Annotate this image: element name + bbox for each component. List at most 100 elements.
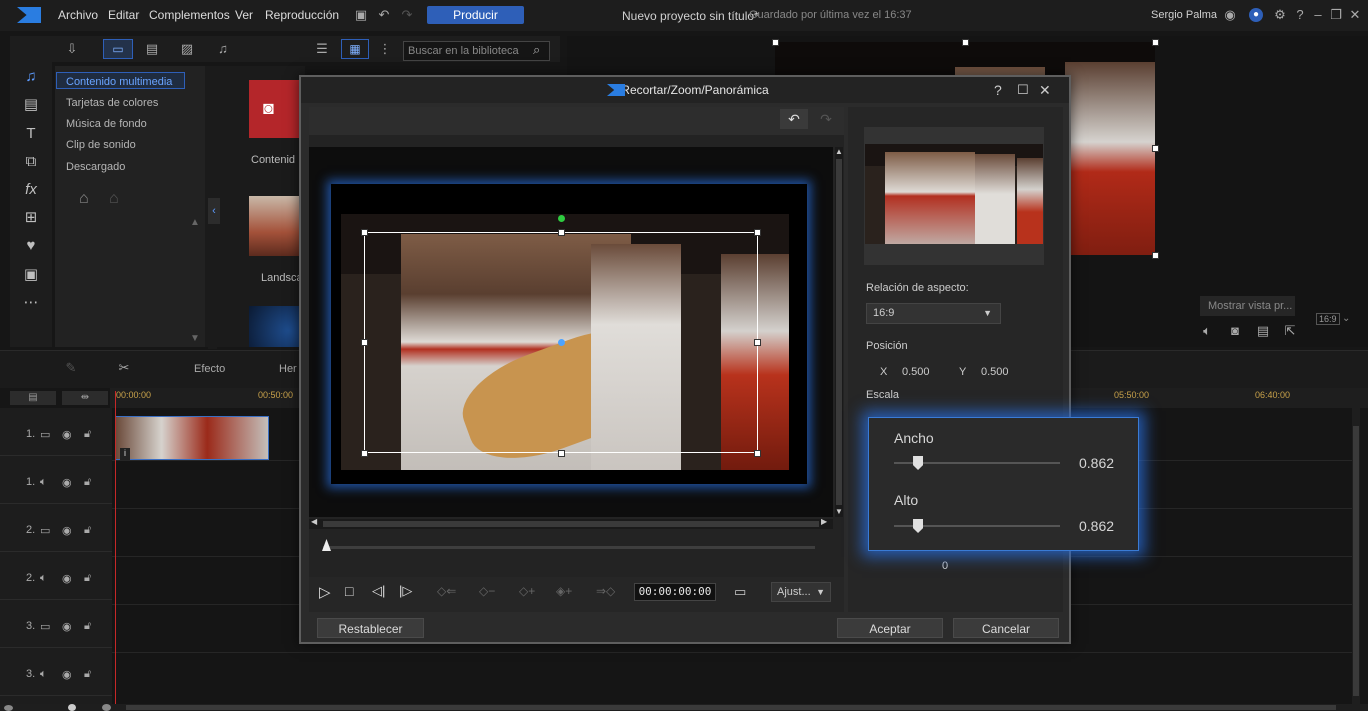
prev-frame-icon[interactable]: ◁| bbox=[372, 583, 385, 599]
track-manager-icon[interactable]: ▤ bbox=[10, 391, 56, 405]
volume-icon[interactable]: 🔈︎ bbox=[1200, 324, 1214, 338]
preview-handle-mr[interactable] bbox=[1152, 145, 1159, 152]
image-filter-icon[interactable]: ▨ bbox=[180, 42, 194, 56]
lock-icon[interactable]: 🔓︎ bbox=[84, 476, 91, 489]
dialog-undo-icon[interactable]: ↶ bbox=[780, 109, 808, 129]
lock-icon[interactable]: 🔓︎ bbox=[84, 524, 91, 537]
subtitle-icon[interactable]: ▣ bbox=[22, 266, 40, 284]
import-icon[interactable]: ⇩ bbox=[65, 42, 79, 56]
aspect-select[interactable]: 16:9 ▼ bbox=[866, 303, 1001, 324]
dialog-redo-icon[interactable]: ↷ bbox=[812, 109, 840, 129]
cancel-button[interactable]: Cancelar bbox=[953, 618, 1059, 638]
effect-tool[interactable]: Efecto bbox=[194, 363, 225, 375]
adjust-dropdown[interactable]: Ajust... ▼ bbox=[771, 582, 831, 602]
user-icon[interactable]: ◉ bbox=[1223, 8, 1237, 22]
crop-handle-ml[interactable] bbox=[361, 339, 368, 346]
blue-thumb[interactable] bbox=[249, 306, 305, 347]
preview-handle-tr[interactable] bbox=[1152, 39, 1159, 46]
more-icon[interactable]: ⋯ bbox=[22, 294, 40, 312]
undo-icon[interactable]: ↶ bbox=[377, 8, 391, 22]
ratio-chevron-icon[interactable]: ⌄ bbox=[1342, 313, 1350, 324]
menu-ver[interactable]: Ver bbox=[235, 8, 253, 22]
width-slider-thumb[interactable] bbox=[913, 456, 924, 470]
timeline-hscroll[interactable] bbox=[0, 704, 1368, 711]
fit-timeline-icon[interactable]: ⇹ bbox=[62, 391, 108, 405]
tree-item-sound-clip[interactable]: Clip de sonido bbox=[66, 139, 136, 151]
add-keyframe-icon[interactable]: ◇+ bbox=[519, 584, 535, 598]
height-value[interactable]: 0.862 bbox=[1079, 518, 1114, 534]
capture-thumb[interactable]: ◙ bbox=[249, 80, 305, 138]
titles-icon[interactable]: T bbox=[22, 125, 40, 143]
clip-info-icon[interactable]: i bbox=[120, 448, 130, 460]
eye-icon[interactable]: ◉ bbox=[62, 620, 72, 633]
collapse-arrow-icon[interactable]: ‹ bbox=[208, 198, 220, 224]
landscape-thumb[interactable] bbox=[249, 196, 305, 256]
pip-icon[interactable]: ⊞ bbox=[22, 209, 40, 227]
grid-view-icon[interactable]: ▦ bbox=[341, 39, 369, 59]
menu-reproduccion[interactable]: Reproducción bbox=[265, 8, 339, 22]
keyframe-cursor[interactable] bbox=[322, 539, 331, 551]
y-value[interactable]: 0.500 bbox=[981, 366, 1009, 378]
keyframe-track[interactable] bbox=[323, 546, 815, 549]
menu-editar[interactable]: Editar bbox=[108, 8, 139, 22]
center-handle[interactable] bbox=[558, 339, 565, 346]
preview-handle-br[interactable] bbox=[1152, 252, 1159, 259]
transitions-icon[interactable]: ⧉ bbox=[22, 153, 40, 171]
search-input[interactable]: Buscar en la biblioteca bbox=[403, 41, 550, 61]
scroll-down-icon[interactable]: ▼ bbox=[835, 507, 843, 516]
crop-handle-tl[interactable] bbox=[361, 229, 368, 236]
zoom-slider[interactable] bbox=[68, 704, 76, 711]
notification-icon[interactable]: ● bbox=[1249, 8, 1263, 22]
tree-item-downloaded[interactable]: Descargado bbox=[66, 161, 125, 173]
show-preview-button[interactable]: Mostrar vista pr... bbox=[1200, 296, 1295, 316]
preview-handle-tm[interactable] bbox=[962, 39, 969, 46]
dialog-close-icon[interactable]: ✕ bbox=[1039, 77, 1051, 103]
tree-item-color-boards[interactable]: Tarjetas de colores bbox=[66, 97, 158, 109]
crop-handle-tm[interactable] bbox=[558, 229, 565, 236]
playhead[interactable] bbox=[115, 391, 116, 711]
scissors-icon[interactable]: ✂ bbox=[117, 361, 131, 375]
close-icon[interactable]: ✕ bbox=[1348, 8, 1362, 22]
canvas-vscroll[interactable]: ▲ ▼ bbox=[835, 147, 843, 517]
eye-icon[interactable]: ◉ bbox=[62, 668, 72, 681]
templates-icon[interactable]: ▤ bbox=[22, 96, 40, 114]
eye-icon[interactable]: ◉ bbox=[62, 476, 72, 489]
duplicate-keyframe-icon[interactable]: ◈+ bbox=[556, 584, 572, 598]
canvas-hscroll[interactable]: ◀ ▶ bbox=[309, 517, 833, 529]
add-tag-icon[interactable]: ⌂ bbox=[79, 190, 89, 208]
dialog-maximize-icon[interactable]: ☐ bbox=[1017, 77, 1029, 103]
tiles-view-icon[interactable]: ⋮ bbox=[378, 42, 392, 56]
crop-handle-tr[interactable] bbox=[754, 229, 761, 236]
accept-button[interactable]: Aceptar bbox=[837, 618, 943, 638]
reset-button[interactable]: Restablecer bbox=[317, 618, 424, 638]
snapshot-icon[interactable]: ◙ bbox=[1228, 324, 1242, 338]
eye-icon[interactable]: ◉ bbox=[62, 428, 72, 441]
search-icon[interactable]: ⌕ bbox=[533, 42, 540, 58]
eye-icon[interactable]: ◉ bbox=[62, 524, 72, 537]
scroll-right-icon[interactable]: ▶ bbox=[821, 517, 827, 526]
list-view-icon[interactable]: ☰ bbox=[315, 42, 329, 56]
particles-icon[interactable]: ♥ bbox=[22, 237, 40, 255]
timeline-vscroll[interactable] bbox=[1352, 408, 1360, 704]
prev-keyframe-icon[interactable]: ◇⇐ bbox=[437, 584, 456, 598]
preview-handle-tl[interactable] bbox=[772, 39, 779, 46]
scroll-up-icon[interactable]: ▲ bbox=[835, 147, 843, 156]
dialog-titlebar[interactable]: Recortar/Zoom/Panorámica ? ☐ ✕ bbox=[301, 77, 1069, 103]
rotate-handle[interactable] bbox=[558, 215, 565, 222]
effects-icon[interactable]: fx bbox=[22, 181, 40, 199]
minimize-icon[interactable]: – bbox=[1311, 8, 1325, 22]
zoom-in-icon[interactable] bbox=[102, 704, 111, 711]
zoom-out-icon[interactable] bbox=[4, 705, 13, 711]
height-slider-thumb[interactable] bbox=[913, 519, 924, 533]
next-keyframe-icon[interactable]: ⇒◇ bbox=[596, 584, 615, 598]
next-frame-icon[interactable]: |▷ bbox=[399, 583, 412, 599]
width-value[interactable]: 0.862 bbox=[1079, 455, 1114, 471]
edit-tool-icon[interactable]: ✎ bbox=[64, 361, 78, 375]
crop-handle-bl[interactable] bbox=[361, 450, 368, 457]
ratio-badge[interactable]: 16:9 bbox=[1316, 313, 1340, 325]
produce-button[interactable]: Producir bbox=[427, 6, 524, 24]
subtitle-preview-icon[interactable]: ▤ bbox=[1256, 324, 1270, 338]
maximize-icon[interactable]: ❐ bbox=[1329, 8, 1343, 22]
crop-handle-mr[interactable] bbox=[754, 339, 761, 346]
crop-handle-bm[interactable] bbox=[558, 450, 565, 457]
